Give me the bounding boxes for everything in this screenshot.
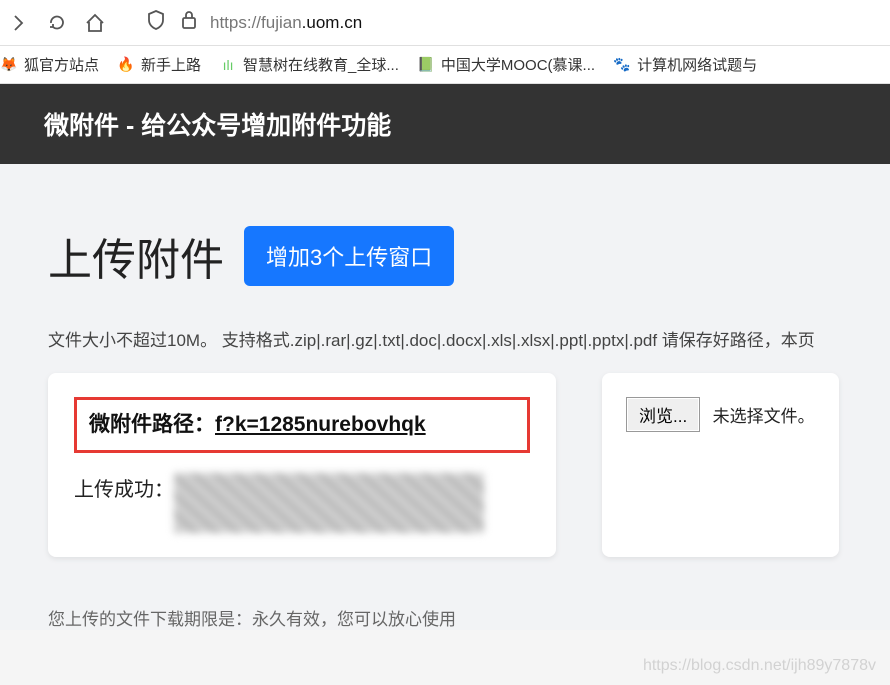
uploaded-filename-blurred — [174, 473, 484, 533]
mooc-icon: 📗 — [417, 56, 435, 74]
add-upload-windows-button[interactable]: 增加3个上传窗口 — [244, 226, 454, 286]
lock-icon — [180, 10, 198, 35]
address-bar[interactable]: https://fujian.uom.cn — [122, 9, 882, 36]
browse-button[interactable]: 浏览... — [626, 397, 700, 432]
section-title: 上传附件 — [48, 224, 224, 288]
bookmark-label: 新手上路 — [141, 54, 201, 75]
sohu-icon: 🦊 — [0, 56, 18, 74]
firefox-icon: 🔥 — [117, 56, 135, 74]
bookmark-label: 计算机网络试题与 — [637, 54, 757, 75]
upload-success-label: 上传成功： — [74, 473, 174, 507]
browser-nav-toolbar: https://fujian.uom.cn — [0, 0, 890, 46]
url-text: https://fujian.uom.cn — [210, 13, 362, 33]
upload-hint: 文件大小不超过10M。 支持格式.zip|.rar|.gz|.txt|.doc|… — [48, 326, 890, 351]
page-header: 微附件 - 给公众号增加附件功能 — [0, 84, 890, 164]
file-chooser-card: 浏览... 未选择文件。 — [602, 373, 839, 557]
bookmark-sohu[interactable]: 🦊 狐官方站点 — [0, 54, 99, 75]
footer-note: 您上传的文件下载期限是：永久有效，您可以放心使用 — [48, 605, 890, 630]
zhihuishu-icon: ılı — [219, 56, 237, 74]
bookmark-firefox[interactable]: 🔥 新手上路 — [117, 54, 201, 75]
page-title: 微附件 - 给公众号增加附件功能 — [44, 112, 391, 140]
bookmarks-bar: 🦊 狐官方站点 🔥 新手上路 ılı 智慧树在线教育_全球... 📗 中国大学M… — [0, 46, 890, 84]
bookmark-mooc[interactable]: 📗 中国大学MOOC(慕课... — [417, 54, 595, 75]
bookmark-label: 狐官方站点 — [24, 54, 99, 75]
attachment-path-box: 微附件路径：f?k=1285nurebovhqk — [74, 397, 530, 453]
baidu-icon: 🐾 — [613, 56, 631, 74]
bookmark-zhihuishu[interactable]: ılı 智慧树在线教育_全球... — [219, 54, 399, 75]
watermark: https://blog.csdn.net/ijh89y7878v — [643, 657, 876, 675]
forward-icon[interactable] — [8, 12, 30, 34]
home-icon[interactable] — [84, 12, 106, 34]
upload-result-card: 微附件路径：f?k=1285nurebovhqk 上传成功： — [48, 373, 556, 557]
reload-icon[interactable] — [46, 12, 68, 34]
path-value[interactable]: f?k=1285nurebovhqk — [215, 413, 426, 436]
path-label: 微附件路径： — [89, 413, 215, 436]
shield-icon — [146, 9, 166, 36]
main-content: 上传附件 增加3个上传窗口 文件大小不超过10M。 支持格式.zip|.rar|… — [0, 164, 890, 630]
bookmark-label: 中国大学MOOC(慕课... — [441, 54, 595, 75]
bookmark-label: 智慧树在线教育_全球... — [243, 54, 399, 75]
no-file-selected-text: 未选择文件。 — [713, 407, 815, 426]
bookmark-baidu[interactable]: 🐾 计算机网络试题与 — [613, 54, 757, 75]
